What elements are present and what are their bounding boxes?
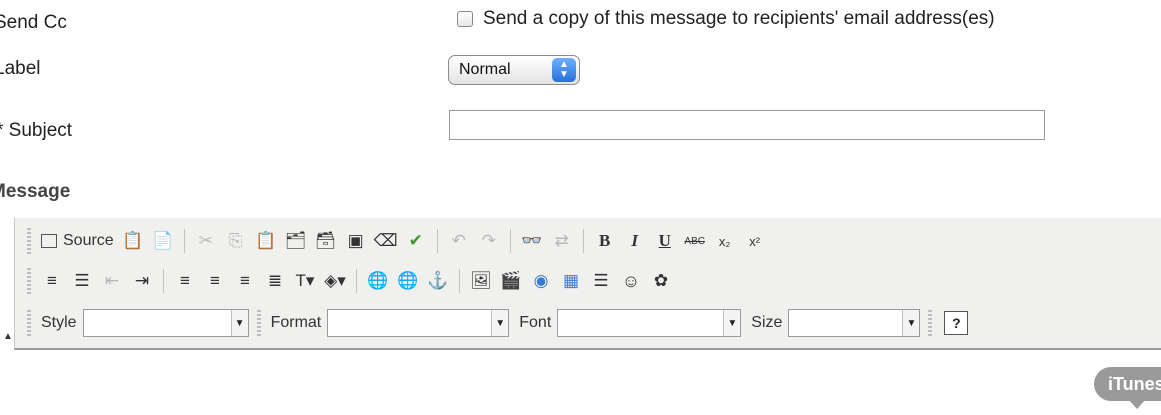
- itunes-badge-tail: [1128, 399, 1146, 409]
- select-all-icon[interactable]: ▣: [341, 226, 371, 256]
- toolbar-row-1: Source 📋 📄 ✂ ⎘ 📋 🗂 🗃 ▣ ⌫ ✔ ↶ ↷ 👓 ⇄ B I U…: [25, 222, 770, 260]
- unordered-list-icon[interactable]: ☰: [67, 266, 97, 296]
- superscript-button[interactable]: x²: [740, 226, 770, 256]
- align-center-icon[interactable]: ≡: [200, 266, 230, 296]
- font-combo[interactable]: ▼: [557, 309, 742, 337]
- chevron-down-icon[interactable]: ▼: [902, 310, 920, 336]
- style-combo[interactable]: ▼: [82, 309, 249, 337]
- bold-button[interactable]: B: [590, 226, 620, 256]
- insert-object-icon[interactable]: ◉: [526, 266, 556, 296]
- image-icon[interactable]: 🖼: [466, 266, 496, 296]
- find-icon[interactable]: 👓: [517, 226, 547, 256]
- itunes-badge[interactable]: iTunes: [1094, 367, 1161, 401]
- send-cc-row[interactable]: Send a copy of this message to recipient…: [457, 8, 995, 30]
- toolbar-row-3: Style ▼ Format ▼ Font ▼ Size ▼ ?: [25, 304, 969, 342]
- undo-icon[interactable]: ↶: [444, 226, 474, 256]
- italic-button[interactable]: I: [620, 226, 650, 256]
- label-field-label: Label: [0, 58, 41, 79]
- toolbar-separator: [436, 229, 438, 253]
- select-arrows-icon: ▲ ▼: [552, 58, 576, 82]
- unlink-icon[interactable]: 🌐: [393, 266, 423, 296]
- toolbar-grip[interactable]: [256, 310, 261, 336]
- source-button[interactable]: Source: [37, 226, 118, 256]
- special-char-icon[interactable]: ✿: [646, 266, 676, 296]
- link-icon[interactable]: 🌐: [363, 266, 393, 296]
- subject-input[interactable]: [449, 110, 1045, 140]
- replace-icon[interactable]: ⇄: [547, 226, 577, 256]
- subject-label: * Subject: [0, 120, 73, 141]
- size-label: Size: [751, 314, 783, 331]
- send-cc-checkbox-text: Send a copy of this message to recipient…: [483, 8, 995, 29]
- font-label: Font: [519, 314, 552, 331]
- remove-format-icon[interactable]: ⌫: [371, 226, 401, 256]
- paste-text-icon[interactable]: 📋: [251, 226, 281, 256]
- text-color-icon[interactable]: T▾: [290, 266, 320, 296]
- source-icon: [41, 234, 57, 248]
- copy-icon[interactable]: ⎘: [221, 226, 251, 256]
- format-combo[interactable]: ▼: [327, 309, 510, 337]
- chevron-down-icon[interactable]: ▼: [230, 310, 248, 336]
- send-cc-checkbox[interactable]: [457, 11, 473, 27]
- table-icon[interactable]: ▦: [556, 266, 586, 296]
- toolbar-separator: [163, 269, 164, 293]
- paste-icon[interactable]: 📋: [118, 226, 148, 256]
- subscript-button[interactable]: x₂: [710, 226, 740, 256]
- strike-button[interactable]: ABC: [680, 226, 710, 256]
- collapse-toolbar-icon[interactable]: ▲: [3, 331, 13, 342]
- chevron-down-icon[interactable]: ▼: [491, 310, 509, 336]
- source-label: Source: [63, 232, 114, 249]
- underline-button[interactable]: U: [650, 226, 680, 256]
- horizontal-rule-icon[interactable]: ☰: [586, 266, 616, 296]
- ordered-list-icon[interactable]: ≡: [37, 266, 67, 296]
- send-cc-label: Send Cc: [0, 12, 67, 33]
- paste-html-icon[interactable]: 🗃: [311, 226, 341, 256]
- toolbar-separator: [459, 269, 460, 293]
- redo-icon[interactable]: ↷: [474, 226, 504, 256]
- align-left-icon[interactable]: ≡: [170, 266, 200, 296]
- cut-icon[interactable]: ✂: [191, 226, 221, 256]
- justify-icon[interactable]: ≣: [260, 266, 290, 296]
- spellcheck-icon[interactable]: ✔: [401, 226, 431, 256]
- toolbar-separator: [582, 229, 584, 253]
- help-icon[interactable]: ?: [944, 311, 969, 335]
- anchor-icon[interactable]: ⚓: [423, 266, 453, 296]
- editor-toolbar: ▲ Source 📋 📄 ✂ ⎘ 📋 🗂 🗃 ▣ ⌫ ✔ ↶ ↷ 👓 ⇄ B I…: [3, 218, 1161, 350]
- flash-icon[interactable]: 🎬: [496, 266, 526, 296]
- indent-icon[interactable]: ⇥: [127, 266, 157, 296]
- toolbar-grip[interactable]: [27, 228, 31, 254]
- toolbar-separator: [356, 269, 357, 293]
- paste-word-icon[interactable]: 🗂: [281, 226, 311, 256]
- format-label: Format: [270, 314, 322, 331]
- smiley-icon[interactable]: ☺: [616, 266, 646, 296]
- toolbar-separator: [509, 229, 511, 253]
- toolbar-grip[interactable]: [27, 310, 31, 336]
- background-color-icon[interactable]: ◈▾: [320, 266, 350, 296]
- size-combo[interactable]: ▼: [788, 309, 921, 337]
- label-select[interactable]: Normal ▲ ▼: [448, 55, 580, 85]
- templates-icon[interactable]: 📄: [148, 226, 178, 256]
- style-label: Style: [41, 314, 77, 331]
- label-select-value: Normal: [459, 61, 511, 78]
- outdent-icon[interactable]: ⇤: [97, 266, 127, 296]
- toolbar-grip[interactable]: [928, 310, 933, 336]
- message-label: Message: [0, 181, 71, 202]
- toolbar-separator: [183, 229, 185, 253]
- chevron-down-icon[interactable]: ▼: [723, 310, 741, 336]
- align-right-icon[interactable]: ≡: [230, 266, 260, 296]
- toolbar-grip[interactable]: [27, 268, 31, 294]
- toolbar-row-2: ≡ ☰ ⇤ ⇥ ≡ ≡ ≡ ≣ T▾ ◈▾ 🌐 🌐 ⚓ 🖼 🎬 ◉ ▦ ☰ ☺ …: [25, 262, 676, 300]
